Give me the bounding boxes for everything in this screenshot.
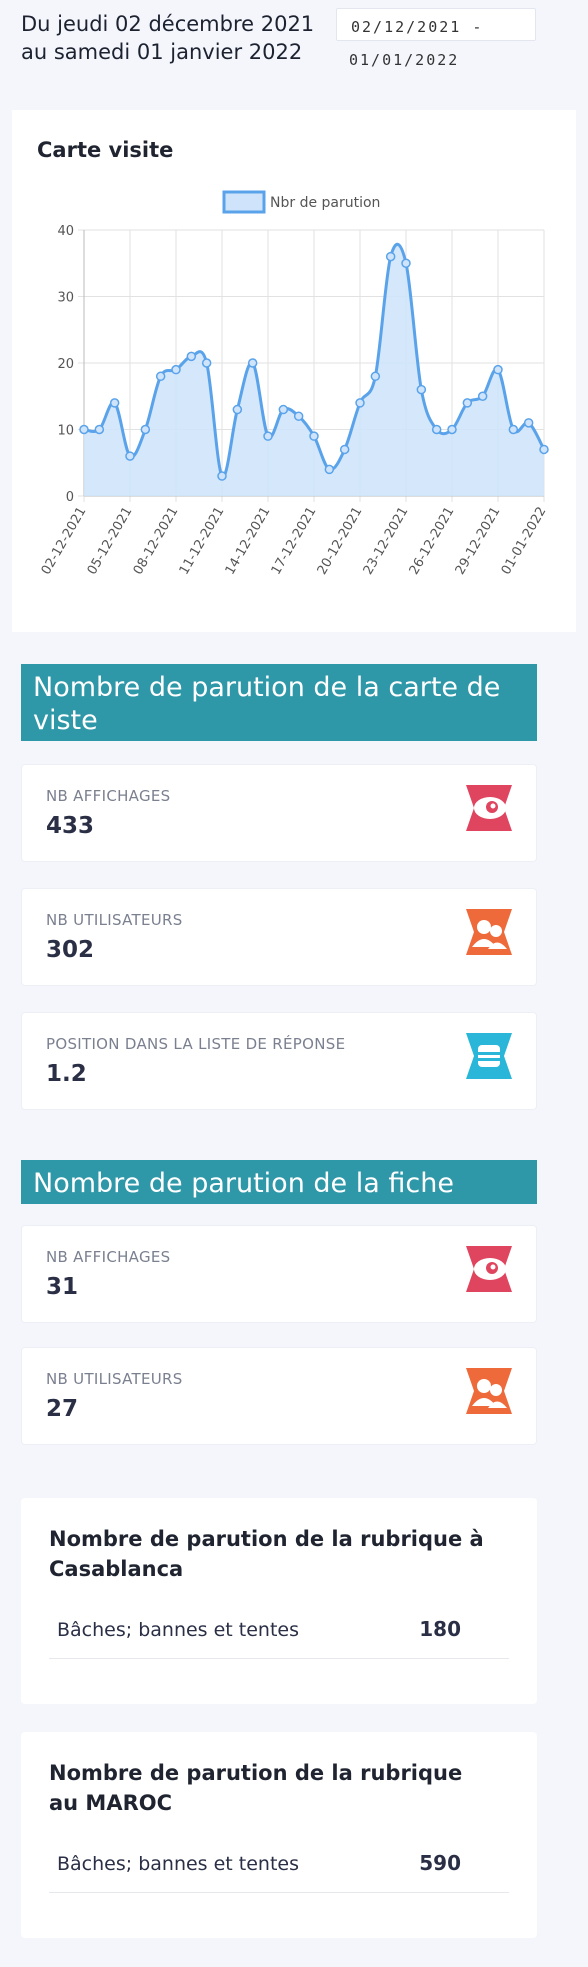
data-point [125, 451, 135, 461]
data-point [186, 351, 197, 362]
rubrique-count: 590 [419, 1851, 461, 1875]
section-header-carte: Nombre de parution de la carte de viste [21, 664, 537, 741]
data-point [247, 358, 258, 368]
stat-card-utilisateurs: NB UTILISATEURS 302 [21, 888, 537, 986]
data-point [324, 464, 335, 475]
rubrique-maroc-card: Nombre de parution de la rubrique au MAR… [21, 1732, 537, 1938]
stat-value: 27 [46, 1396, 79, 1422]
rubrique-name: Bâches; bannes et tentes [57, 1619, 300, 1641]
table-row: Bâches; bannes et tentes 180 [49, 1603, 509, 1659]
stat-label: NB UTILISATEURS [46, 911, 183, 929]
x-tick-label: 08-12-2021 [131, 505, 182, 578]
section-header-fiche: Nombre de parution de la fiche [21, 1160, 537, 1204]
data-point [493, 364, 503, 375]
rubrique-name: Bâches; bannes et tentes [57, 1853, 300, 1875]
stat-card-fiche-affichages: NB AFFICHAGES 31 [21, 1225, 537, 1323]
x-tick-label: 01-01-2022 [499, 505, 550, 578]
date-range-input[interactable]: 02/12/2021 - [336, 8, 536, 41]
eye-icon [466, 785, 512, 831]
stat-value: 1.2 [46, 1061, 87, 1087]
x-tick-label: 23-12-2021 [361, 505, 412, 578]
data-point [278, 404, 289, 415]
rubrique-casablanca-card: Nombre de parution de la rubrique à Casa… [21, 1498, 537, 1704]
period-title: Du jeudi 02 décembre 2021 au samedi 01 j… [21, 12, 315, 64]
rubrique-count: 180 [419, 1617, 461, 1641]
users-icon [466, 909, 512, 955]
table-row: Bâches; bannes et tentes 590 [49, 1837, 509, 1893]
rubrique-casablanca-title: Nombre de parution de la rubrique à Casa… [49, 1527, 484, 1581]
data-point [293, 411, 304, 421]
stat-label: NB UTILISATEURS [46, 1370, 183, 1388]
data-point [447, 424, 457, 435]
data-point [109, 398, 120, 408]
x-tick-label: 02-12-2021 [39, 505, 90, 578]
stat-card-fiche-utilisateurs: NB UTILISATEURS 27 [21, 1347, 537, 1445]
x-tick-label: 14-12-2021 [223, 505, 274, 578]
stat-card-affichages: NB AFFICHAGES 433 [21, 764, 537, 862]
data-point [263, 431, 273, 441]
stat-label: NB AFFICHAGES [46, 787, 171, 805]
data-point [339, 444, 350, 455]
x-tick-label: 05-12-2021 [85, 505, 136, 578]
stat-label: POSITION DANS LA LISTE DE RÉPONSE [46, 1035, 346, 1053]
y-tick-label: 30 [57, 291, 74, 306]
data-point [401, 258, 411, 268]
data-point [416, 384, 427, 395]
area-chart: 01020304002-12-202105-12-202108-12-20211… [39, 190, 550, 578]
eye-icon [466, 1246, 512, 1292]
data-point [232, 404, 243, 415]
legend-swatch [222, 190, 266, 214]
y-tick-label: 0 [66, 490, 74, 505]
stat-value: 31 [46, 1274, 79, 1300]
data-point [355, 398, 365, 408]
stat-label: NB AFFICHAGES [46, 1248, 171, 1266]
data-point [171, 364, 181, 375]
legend-label: Nbr de parution [270, 195, 380, 211]
x-tick-label: 17-12-2021 [269, 505, 320, 578]
stat-value: 302 [46, 937, 95, 963]
data-point [508, 424, 519, 435]
data-point [539, 444, 549, 455]
chart-card: Carte visite 0 10 20 30 40 02-12-2021 05-12-20… [12, 110, 576, 632]
x-tick-label: 26-12-2021 [407, 505, 458, 578]
rubrique-maroc-title: Nombre de parution de la rubrique au MAR… [49, 1761, 463, 1815]
data-point [431, 424, 442, 435]
x-tick-label: 29-12-2021 [453, 505, 504, 578]
data-point [370, 371, 381, 382]
data-point [79, 424, 89, 435]
stat-card-position: POSITION DANS LA LISTE DE RÉPONSE 1.2 [21, 1012, 537, 1110]
x-tick-label: 20-12-2021 [315, 505, 366, 578]
stat-value: 433 [46, 813, 95, 839]
y-tick-label: 20 [57, 357, 74, 372]
data-point [201, 358, 212, 368]
x-tick-label: 11-12-2021 [177, 505, 228, 578]
data-point [309, 431, 319, 441]
data-point [477, 391, 488, 401]
data-point [94, 424, 105, 435]
list-position-icon [466, 1033, 512, 1079]
y-tick-label: 10 [57, 424, 74, 439]
data-point [140, 424, 151, 435]
data-point [217, 471, 227, 481]
data-point [385, 251, 396, 262]
data-point [462, 398, 473, 408]
data-point [523, 418, 534, 428]
data-point [155, 371, 166, 382]
users-icon [466, 1368, 512, 1414]
y-tick-label: 40 [57, 224, 74, 239]
date-range-end[interactable]: 01/01/2022 [349, 51, 459, 69]
